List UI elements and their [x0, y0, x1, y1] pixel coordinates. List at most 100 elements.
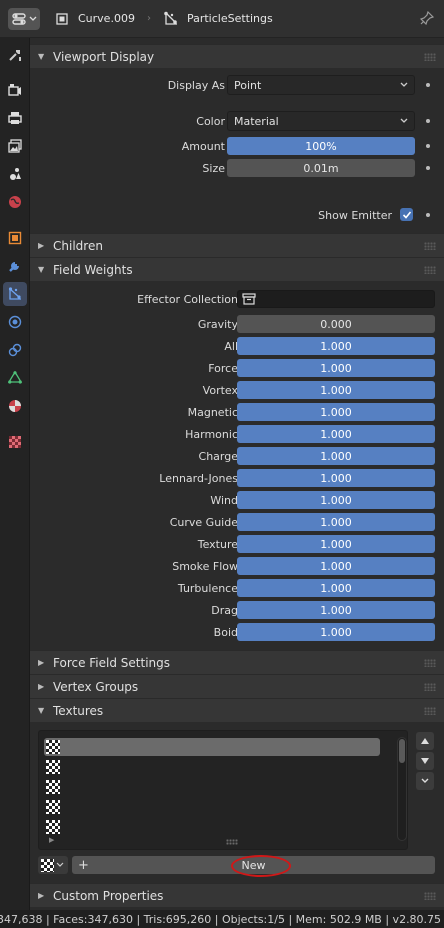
tab-output[interactable]	[3, 106, 27, 130]
field-weight-slider[interactable]: 1.000	[237, 601, 435, 619]
panel-vertex-groups[interactable]: ▶ Vertex Groups	[30, 674, 444, 698]
drag-grip-icon[interactable]	[424, 707, 436, 715]
tab-material[interactable]	[3, 394, 27, 418]
breadcrumb-settings[interactable]: ParticleSettings	[163, 11, 273, 27]
amount-row: Amount 100%	[30, 135, 444, 157]
tab-world[interactable]	[3, 190, 27, 214]
field-weight-slider[interactable]: 1.000	[237, 381, 435, 399]
tab-scene[interactable]	[3, 162, 27, 186]
new-texture-button[interactable]: + New	[72, 856, 435, 874]
tab-modifiers[interactable]	[3, 254, 27, 278]
expanded-arrow-icon: ▼	[38, 265, 45, 274]
drag-grip-icon[interactable]	[424, 659, 436, 667]
field-weight-row: Gravity 0.000	[30, 313, 444, 335]
world-icon	[9, 196, 21, 208]
field-weight-slider[interactable]: 1.000	[237, 403, 435, 421]
panel-title: Textures	[53, 703, 104, 718]
field-weight-slider[interactable]: 1.000	[237, 359, 435, 377]
field-weight-row: Magnetic 1.000	[30, 401, 444, 423]
amount-slider[interactable]: 100%	[227, 137, 415, 155]
panel-field-weights[interactable]: ▼ Field Weights	[30, 257, 444, 281]
tab-object[interactable]	[3, 226, 27, 250]
field-weight-label: Turbulence	[177, 581, 238, 595]
tab-object-data[interactable]	[3, 366, 27, 390]
tab-physics[interactable]	[3, 310, 27, 334]
field-weight-label: Drag	[211, 603, 238, 617]
panel-force-field-settings[interactable]: ▶ Force Field Settings	[30, 650, 444, 674]
decorator-dot-icon[interactable]	[426, 83, 430, 87]
triangle-down-icon	[421, 758, 429, 764]
field-weight-slider[interactable]: 1.000	[237, 535, 435, 553]
status-bar: 347,638 | Faces:347,630 | Tris:695,260 |…	[0, 910, 444, 928]
view-layer-icon	[8, 139, 22, 153]
field-weight-label: Force	[208, 361, 238, 375]
texture-slot-list[interactable]: ▶	[38, 730, 408, 850]
display-as-dropdown[interactable]: Point	[227, 75, 415, 95]
field-weight-label: Smoke Flow	[172, 559, 238, 573]
panel-custom-properties[interactable]: ▶ Custom Properties	[30, 883, 444, 907]
properties-editor-icon	[11, 12, 26, 25]
editor-type-button[interactable]	[8, 7, 40, 30]
field-weight-slider[interactable]: 1.000	[237, 469, 435, 487]
tab-particles[interactable]	[3, 282, 27, 306]
color-value: Material	[234, 114, 279, 128]
drag-grip-icon[interactable]	[424, 892, 436, 900]
decorator-dot-icon[interactable]	[426, 119, 430, 123]
field-weight-slider[interactable]: 1.000	[237, 337, 435, 355]
field-weight-slider[interactable]: 1.000	[237, 513, 435, 531]
move-down-button[interactable]	[416, 752, 434, 770]
tool-icon	[9, 50, 21, 61]
panel-viewport-display[interactable]: ▼ Viewport Display	[30, 44, 444, 68]
field-weight-slider[interactable]: 0.000	[237, 315, 435, 333]
pin-icon[interactable]	[419, 10, 435, 28]
field-weight-slider[interactable]: 1.000	[237, 425, 435, 443]
display-as-row: Display As Point	[30, 74, 444, 96]
decorator-dot-icon[interactable]	[426, 166, 430, 170]
move-up-button[interactable]	[416, 732, 434, 750]
tab-texture[interactable]	[3, 430, 27, 454]
decorator-dot-icon[interactable]	[426, 213, 430, 217]
settings-name: ParticleSettings	[186, 12, 273, 25]
tab-tool[interactable]	[3, 43, 27, 67]
field-weight-slider[interactable]: 1.000	[237, 447, 435, 465]
tab-view-layer[interactable]	[3, 134, 27, 158]
show-emitter-checkbox[interactable]	[400, 208, 413, 221]
collection-icon	[242, 293, 256, 305]
drag-grip-icon[interactable]	[424, 242, 436, 250]
texture-slot-item[interactable]	[44, 778, 380, 796]
list-resize-grip-icon[interactable]	[226, 839, 238, 845]
field-weight-slider[interactable]: 1.000	[237, 557, 435, 575]
breadcrumb-object[interactable]: Curve.009	[54, 11, 135, 27]
size-field[interactable]: 0.01m	[227, 159, 415, 177]
texture-slot-item[interactable]	[44, 738, 380, 756]
checker-texture-icon	[46, 800, 60, 814]
expand-filter-arrow-icon[interactable]: ▶	[49, 836, 54, 844]
scrollbar-thumb[interactable]	[399, 739, 405, 763]
texture-slot-item[interactable]	[44, 758, 380, 776]
field-weight-slider[interactable]: 1.000	[237, 491, 435, 509]
texture-specials-button[interactable]	[416, 772, 434, 790]
effector-collection-field[interactable]	[237, 290, 435, 308]
collapsed-arrow-icon: ▶	[38, 658, 45, 667]
field-weight-value: 1.000	[320, 625, 352, 639]
texture-slot-item[interactable]	[44, 818, 380, 836]
checker-texture-icon	[46, 780, 60, 794]
field-weight-slider[interactable]: 1.000	[237, 623, 435, 641]
texture-slot-item[interactable]	[44, 798, 380, 816]
tab-render[interactable]	[3, 78, 27, 102]
drag-grip-icon[interactable]	[424, 266, 436, 274]
tab-constraints[interactable]	[3, 338, 27, 362]
panel-children[interactable]: ▶ Children	[30, 233, 444, 257]
texture-list-scrollbar[interactable]	[397, 737, 407, 841]
drag-grip-icon[interactable]	[424, 683, 436, 691]
texture-browse-button[interactable]	[38, 856, 68, 874]
decorator-dot-icon[interactable]	[426, 144, 430, 148]
field-weight-value: 1.000	[320, 427, 352, 441]
color-dropdown[interactable]: Material	[227, 111, 415, 131]
drag-grip-icon[interactable]	[424, 53, 436, 61]
panel-textures[interactable]: ▼ Textures	[30, 698, 444, 722]
field-weight-slider[interactable]: 1.000	[237, 579, 435, 597]
size-value: 0.01m	[303, 161, 339, 175]
field-weight-value: 1.000	[320, 493, 352, 507]
particles-icon	[8, 287, 21, 300]
